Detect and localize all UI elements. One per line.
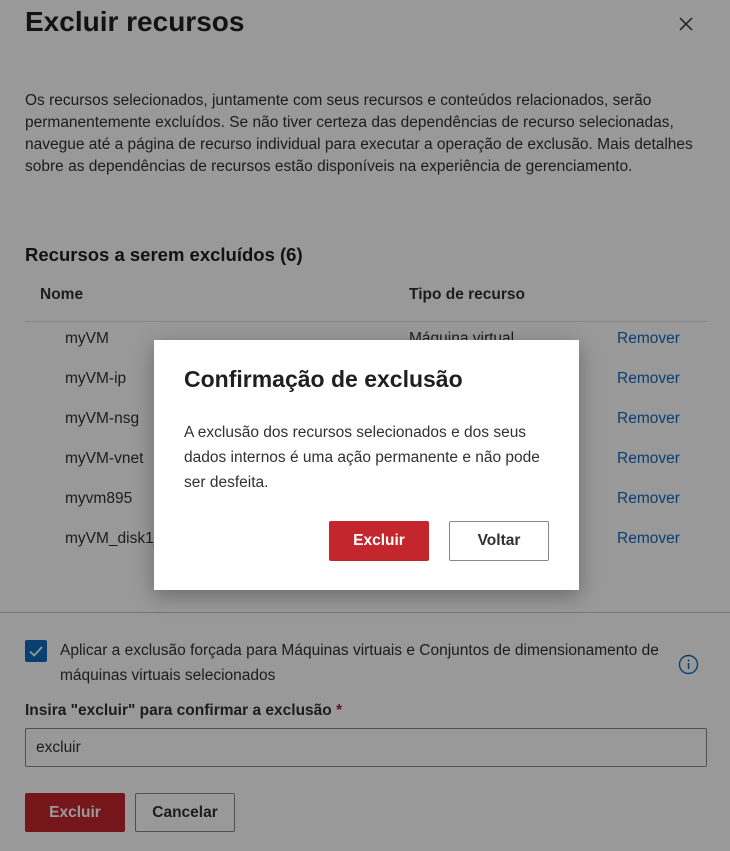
dialog-message: A exclusão dos recursos selecionados e d… — [184, 424, 540, 491]
dialog-delete-button[interactable]: Excluir — [329, 521, 429, 561]
dialog-title: Confirmação de exclusão — [184, 366, 463, 392]
confirmation-dialog: Confirmação de exclusão A exclusão dos r… — [154, 340, 579, 590]
dialog-back-button[interactable]: Voltar — [449, 521, 549, 561]
